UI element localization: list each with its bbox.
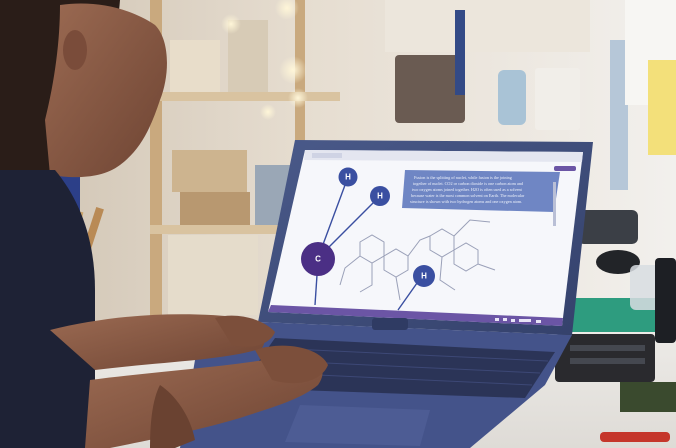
atom-h[interactable]: H <box>413 265 435 287</box>
screen-scrollbar[interactable] <box>553 182 556 226</box>
svg-text:H: H <box>345 173 351 182</box>
touchpad <box>285 405 430 446</box>
laptop-hinge <box>372 318 408 330</box>
screen-top-button[interactable] <box>554 166 576 171</box>
svg-text:H: H <box>377 192 383 201</box>
atom-h[interactable]: H <box>370 186 390 206</box>
info-line: because water is the most common solvent… <box>411 193 525 198</box>
svg-text:H: H <box>421 272 427 281</box>
scene-illustration: Fusion is the splitting of nuclei, while… <box>0 0 676 448</box>
svg-text:C: C <box>315 255 321 264</box>
screen-toolbar <box>304 150 583 162</box>
atom-c[interactable]: C <box>301 242 335 276</box>
screen-tab <box>312 153 342 158</box>
atom-h[interactable]: H <box>338 167 358 187</box>
info-text: Fusion is the splitting of nuclei, while… <box>410 175 525 204</box>
person-ear <box>63 30 87 70</box>
photo-scene: Fusion is the splitting of nuclei, while… <box>0 0 676 448</box>
info-line: together of nuclei. CO2 or carbon dioxid… <box>413 181 524 186</box>
info-line: structure is shown with two hydrogen ato… <box>410 199 522 204</box>
info-line: two oxygen atoms joined together. H2O is… <box>412 187 523 192</box>
